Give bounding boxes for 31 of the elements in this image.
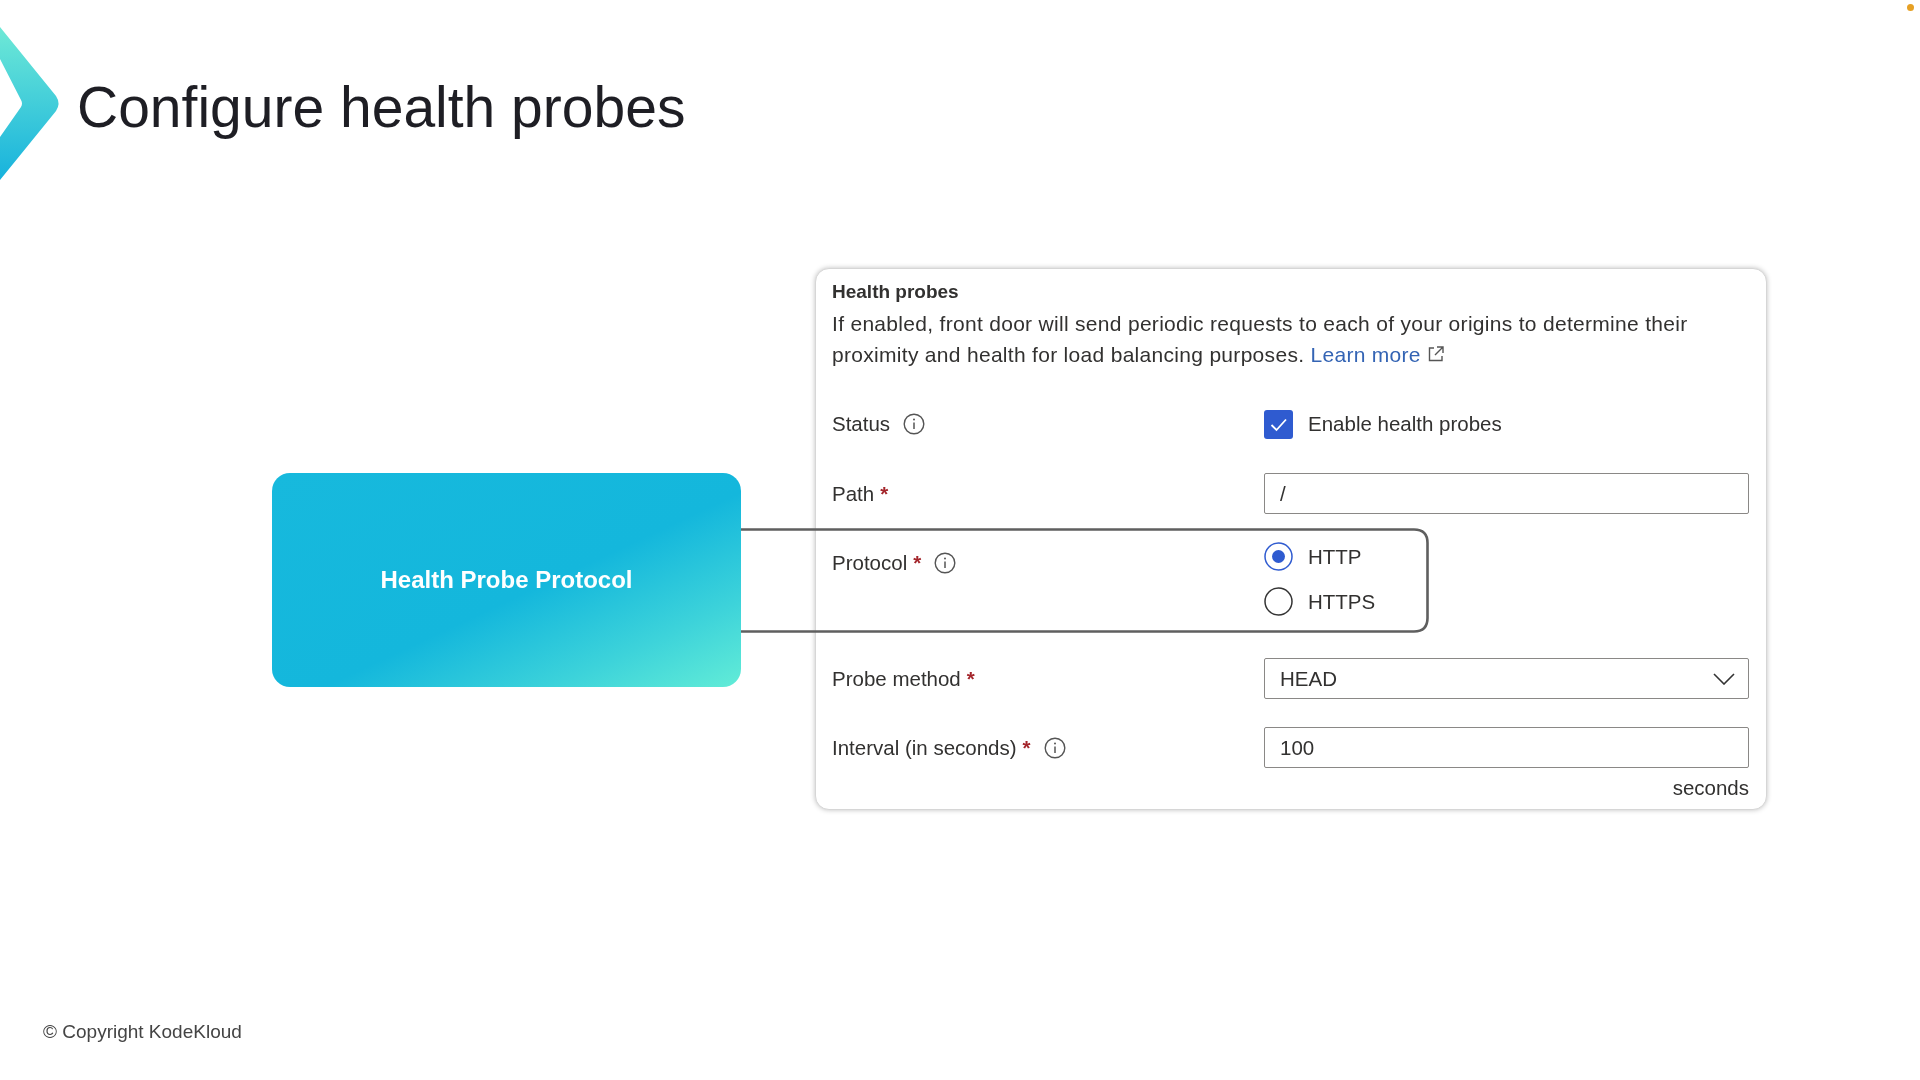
slide-title: Configure health probes [77, 73, 686, 140]
status-dot-icon [1907, 4, 1914, 11]
required-mark: * [880, 481, 889, 506]
checkbox[interactable] [1264, 409, 1293, 439]
radio-button[interactable] [1264, 587, 1293, 616]
copyright-text: © Copyright KodeKloud [43, 1021, 242, 1043]
field-label: Protocol [832, 550, 908, 575]
chevron-down-icon [1713, 672, 1735, 685]
info-icon[interactable] [903, 413, 926, 435]
external-link-icon [1426, 345, 1445, 363]
radio-button[interactable] [1264, 542, 1293, 571]
checkbox-label[interactable]: Enable health probes [1308, 412, 1502, 436]
radio-label[interactable]: HTTP [1308, 544, 1362, 569]
field-label: Status [832, 412, 891, 436]
field-label: Interval (in seconds) [832, 735, 1017, 760]
text-field[interactable]: / [1264, 473, 1749, 514]
callout-label: Health Probe Protocol [380, 566, 633, 594]
text-field[interactable]: 100 [1264, 727, 1749, 768]
description-text: If enabled, front door will send periodic requests to each of your origins to determine their proximity and health for load balancing purposes. Learn more [832, 311, 1689, 368]
required-mark: * [966, 666, 975, 691]
radio-label[interactable]: HTTPS [1308, 589, 1376, 614]
info-icon[interactable] [934, 551, 957, 574]
field-label: Probe method [832, 666, 961, 691]
unit-label: seconds [1672, 776, 1749, 800]
field-label: Path [832, 481, 875, 506]
learn-more-link[interactable]: Learn more [1310, 343, 1445, 366]
panel-title: Health probes [832, 280, 960, 304]
required-mark: * [913, 550, 922, 575]
required-mark: * [1022, 735, 1031, 760]
dropdown[interactable]: HEAD [1264, 658, 1749, 699]
info-icon[interactable] [1043, 736, 1066, 759]
